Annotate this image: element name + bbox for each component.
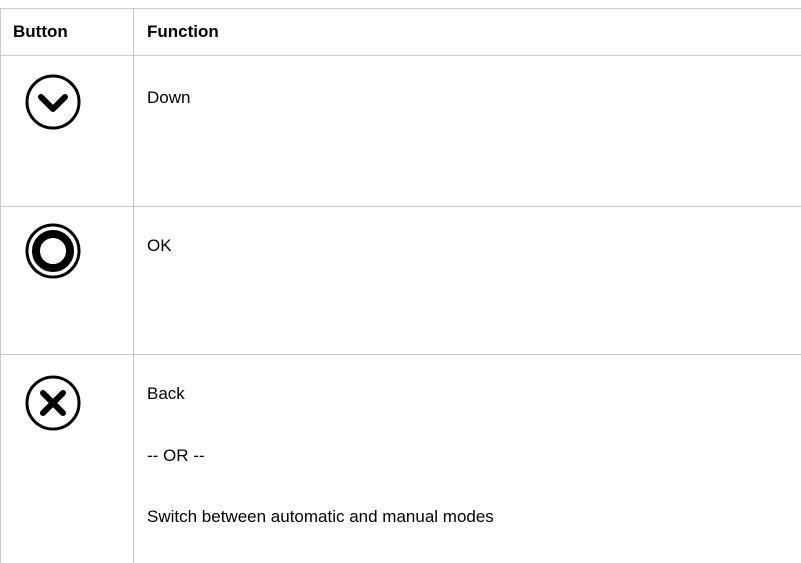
- ok-ring-icon: [24, 222, 82, 280]
- table-border-left: [0, 8, 1, 563]
- close-circle-icon: [24, 374, 82, 432]
- table-border-col: [133, 8, 134, 563]
- table-border-header: [0, 55, 801, 56]
- row-back-function: Back: [147, 384, 185, 403]
- header-function: Function: [147, 22, 219, 41]
- row-back-or-separator: -- OR --: [147, 446, 205, 465]
- header-button: Button: [13, 22, 68, 41]
- row-back-mode-switch: Switch between automatic and manual mode…: [147, 507, 494, 526]
- chevron-down-circle-icon: [24, 73, 82, 131]
- table-border-top: [0, 8, 801, 9]
- button-function-table: Button Function Down OK Back -- OR -- Sw…: [0, 0, 801, 563]
- table-border-row2: [0, 354, 801, 355]
- table-border-row1: [0, 206, 801, 207]
- row-down-function: Down: [147, 88, 191, 107]
- row-ok-function: OK: [147, 236, 172, 255]
